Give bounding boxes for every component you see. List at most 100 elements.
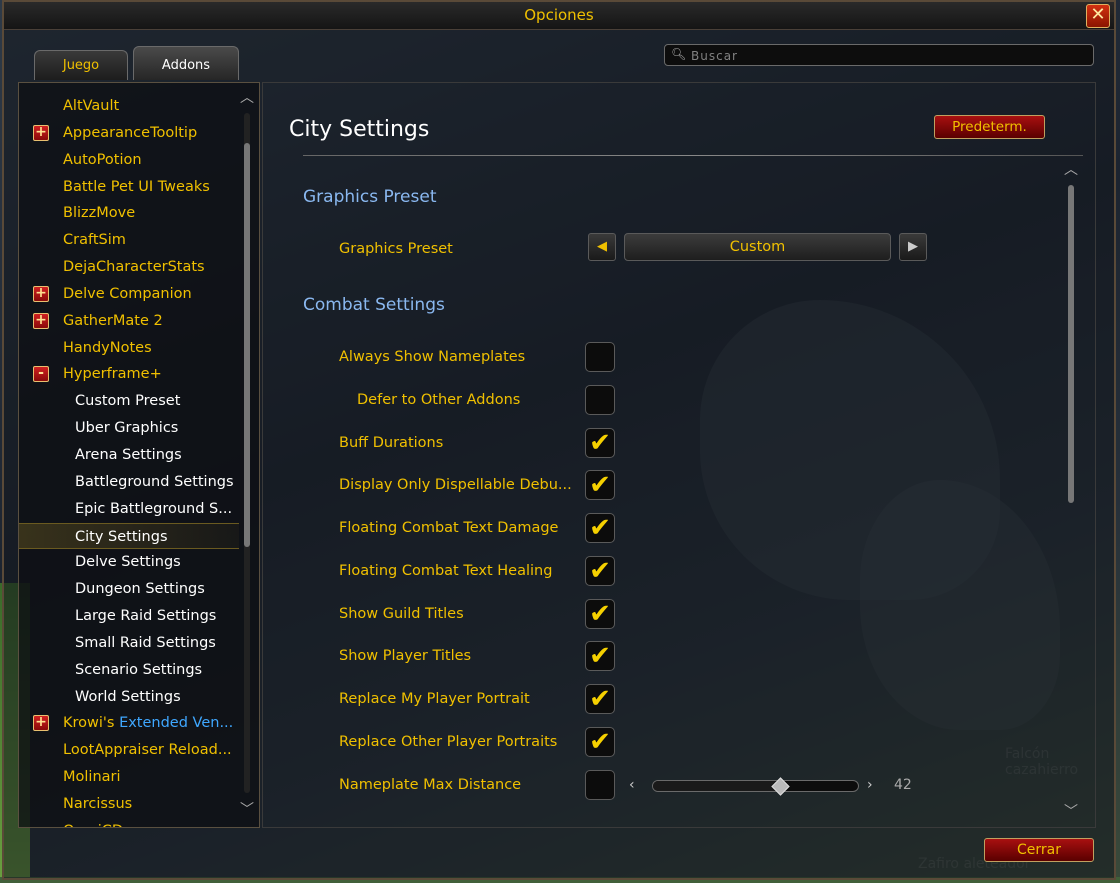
scroll-up-icon[interactable]: ︿ <box>1063 159 1079 179</box>
sidebar-item-label: World Settings <box>75 684 181 710</box>
sidebar-item[interactable]: Uber Graphics <box>19 415 239 442</box>
sidebar-item[interactable]: - Hyperframe+ <box>19 361 239 388</box>
setting-checkbox[interactable]: ✔ <box>585 513 615 543</box>
preset-prev-button[interactable]: ◀ <box>588 233 616 261</box>
sidebar-item-text: World Settings <box>75 688 181 705</box>
sidebar-item[interactable]: Battleground Settings <box>19 469 239 496</box>
sidebar-item-label: Hyperframe+ <box>63 361 162 387</box>
sidebar-item[interactable]: Narcissus <box>19 791 239 818</box>
expand-icon[interactable]: + <box>33 285 49 302</box>
setting-checkbox[interactable]: ✔ <box>585 427 615 458</box>
preset-next-button[interactable]: ▶ <box>899 233 927 261</box>
sidebar-item[interactable]: Epic Battleground S... <box>19 496 239 523</box>
addon-list-items: AltVault + AppearanceTooltip AutoPotion Batt… <box>19 93 239 827</box>
sidebar-item-text: Large Raid Settings <box>75 608 217 625</box>
section-graphics-preset: Graphics Preset <box>303 187 437 207</box>
settings-scroll-thumb[interactable] <box>1068 185 1074 503</box>
setting-label: Show Guild Titles <box>339 605 464 622</box>
sidebar-item[interactable]: Small Raid Settings <box>19 630 239 657</box>
slider-decrease-icon[interactable]: ‹ <box>629 777 635 793</box>
sidebar-item[interactable]: Battle Pet UI Tweaks <box>19 174 239 201</box>
setting-checkbox[interactable]: ✔ <box>585 470 615 501</box>
expand-icon[interactable]: + <box>33 124 49 141</box>
sidebar-item[interactable]: + Delve Companion <box>19 281 239 308</box>
sidebar-item-label: AppearanceTooltip <box>63 120 197 146</box>
sidebar-item[interactable]: + Krowi's Extended Ven... <box>19 710 239 737</box>
sidebar-scroll-thumb[interactable] <box>244 143 250 547</box>
tab-addons[interactable]: Addons <box>133 46 239 80</box>
sidebar-item[interactable]: Dungeon Settings <box>19 576 239 603</box>
search-input[interactable] <box>689 46 1088 66</box>
scroll-up-icon[interactable]: ︿ <box>239 91 255 105</box>
setting-label: Floating Combat Text Healing <box>339 562 553 579</box>
expand-icon[interactable]: + <box>33 715 49 732</box>
settings-panel: City Settings Predeterm. Graphics Preset… <box>262 82 1096 828</box>
sidebar-item[interactable]: OmniCD <box>19 818 239 827</box>
sidebar-item[interactable]: AutoPotion <box>19 147 239 174</box>
sidebar-item-label: AltVault <box>63 93 119 119</box>
sidebar-item-label: AutoPotion <box>63 147 142 173</box>
sidebar-item-label: Delve Settings <box>75 549 181 575</box>
sidebar-item[interactable]: + GatherMate 2 <box>19 308 239 335</box>
sidebar-item-text: DejaCharacterStats <box>63 259 205 276</box>
setting-checkbox[interactable] <box>585 384 615 415</box>
sidebar-item-label: Small Raid Settings <box>75 630 216 656</box>
sidebar-item-label: Krowi's Extended Ven... <box>63 710 233 736</box>
sidebar-item-text: BlizzMove <box>63 205 136 222</box>
scroll-down-icon[interactable]: ﹀ <box>1063 801 1079 821</box>
sidebar-item[interactable]: HandyNotes <box>19 335 239 362</box>
expand-icon[interactable]: + <box>33 312 49 329</box>
sidebar-item-label: HandyNotes <box>63 335 152 361</box>
sidebar-item-label: Narcissus <box>63 791 132 817</box>
title-bar[interactable]: Opciones <box>4 2 1114 30</box>
preset-dropdown[interactable]: Custom <box>624 233 891 261</box>
setting-checkbox[interactable]: ✔ <box>585 726 615 757</box>
sidebar-item-label: Large Raid Settings <box>75 603 216 629</box>
sidebar-item[interactable]: Custom Preset <box>19 388 239 415</box>
sidebar-item-text: LootAppraiser Reload... <box>63 742 232 759</box>
defaults-button[interactable]: Predeterm. <box>934 115 1045 139</box>
setting-checkbox[interactable]: ✔ <box>585 641 615 672</box>
sidebar-item[interactable]: Arena Settings <box>19 442 239 469</box>
sidebar-item[interactable]: DejaCharacterStats <box>19 254 239 281</box>
collapse-icon[interactable]: - <box>33 366 49 383</box>
sidebar-item-label: Battleground Settings <box>75 469 234 495</box>
sidebar-item-label: Dungeon Settings <box>75 576 205 602</box>
sidebar-item[interactable]: CraftSim <box>19 227 239 254</box>
search-icon: 🔍︎ <box>671 47 687 61</box>
setting-label: Defer to Other Addons <box>357 391 521 408</box>
setting-checkbox[interactable]: ✔ <box>585 684 615 714</box>
sidebar-item[interactable]: Molinari <box>19 764 239 791</box>
search-box[interactable]: 🔍︎ <box>664 44 1094 66</box>
setting-checkbox[interactable] <box>585 769 615 800</box>
tab-juego[interactable]: Juego <box>34 50 128 80</box>
sidebar-item[interactable]: Large Raid Settings <box>19 603 239 630</box>
sidebar-item-text: Uber Graphics <box>75 420 179 437</box>
setting-checkbox[interactable]: ✔ <box>585 598 615 629</box>
close-icon[interactable]: ✕ <box>1086 4 1110 28</box>
sidebar-item[interactable]: + AppearanceTooltip <box>19 120 239 147</box>
sidebar-item-text: Battleground Settings <box>75 473 234 490</box>
sidebar-item[interactable]: AltVault <box>19 93 239 120</box>
scroll-down-icon[interactable]: ﹀ <box>239 803 255 817</box>
sidebar-item[interactable]: World Settings <box>19 684 239 711</box>
sidebar-item-text: Krowi's <box>63 715 120 732</box>
sidebar-item-text: Molinari <box>63 769 121 786</box>
slider-increase-icon[interactable]: › <box>867 777 873 793</box>
sidebar-item[interactable]: BlizzMove <box>19 200 239 227</box>
sidebar-item[interactable]: LootAppraiser Reload... <box>19 737 239 764</box>
setting-checkbox[interactable]: ✔ <box>585 555 615 586</box>
sidebar-item-label: Molinari <box>63 764 121 790</box>
setting-checkbox[interactable] <box>585 342 615 372</box>
setting-label: Replace Other Player Portraits <box>339 733 558 750</box>
slider-fill <box>653 781 780 791</box>
nameplate-distance-slider[interactable] <box>652 780 859 792</box>
sidebar-item[interactable]: City Settings <box>19 522 239 550</box>
sidebar-item[interactable]: Delve Settings <box>19 549 239 576</box>
slider-value: 42 <box>894 777 912 793</box>
close-button[interactable]: Cerrar <box>984 838 1094 862</box>
sidebar-item[interactable]: Scenario Settings <box>19 657 239 684</box>
setting-label: Nameplate Max Distance <box>339 776 522 793</box>
sidebar-item-text: AutoPotion <box>63 151 142 168</box>
window-title: Opciones <box>524 6 594 24</box>
